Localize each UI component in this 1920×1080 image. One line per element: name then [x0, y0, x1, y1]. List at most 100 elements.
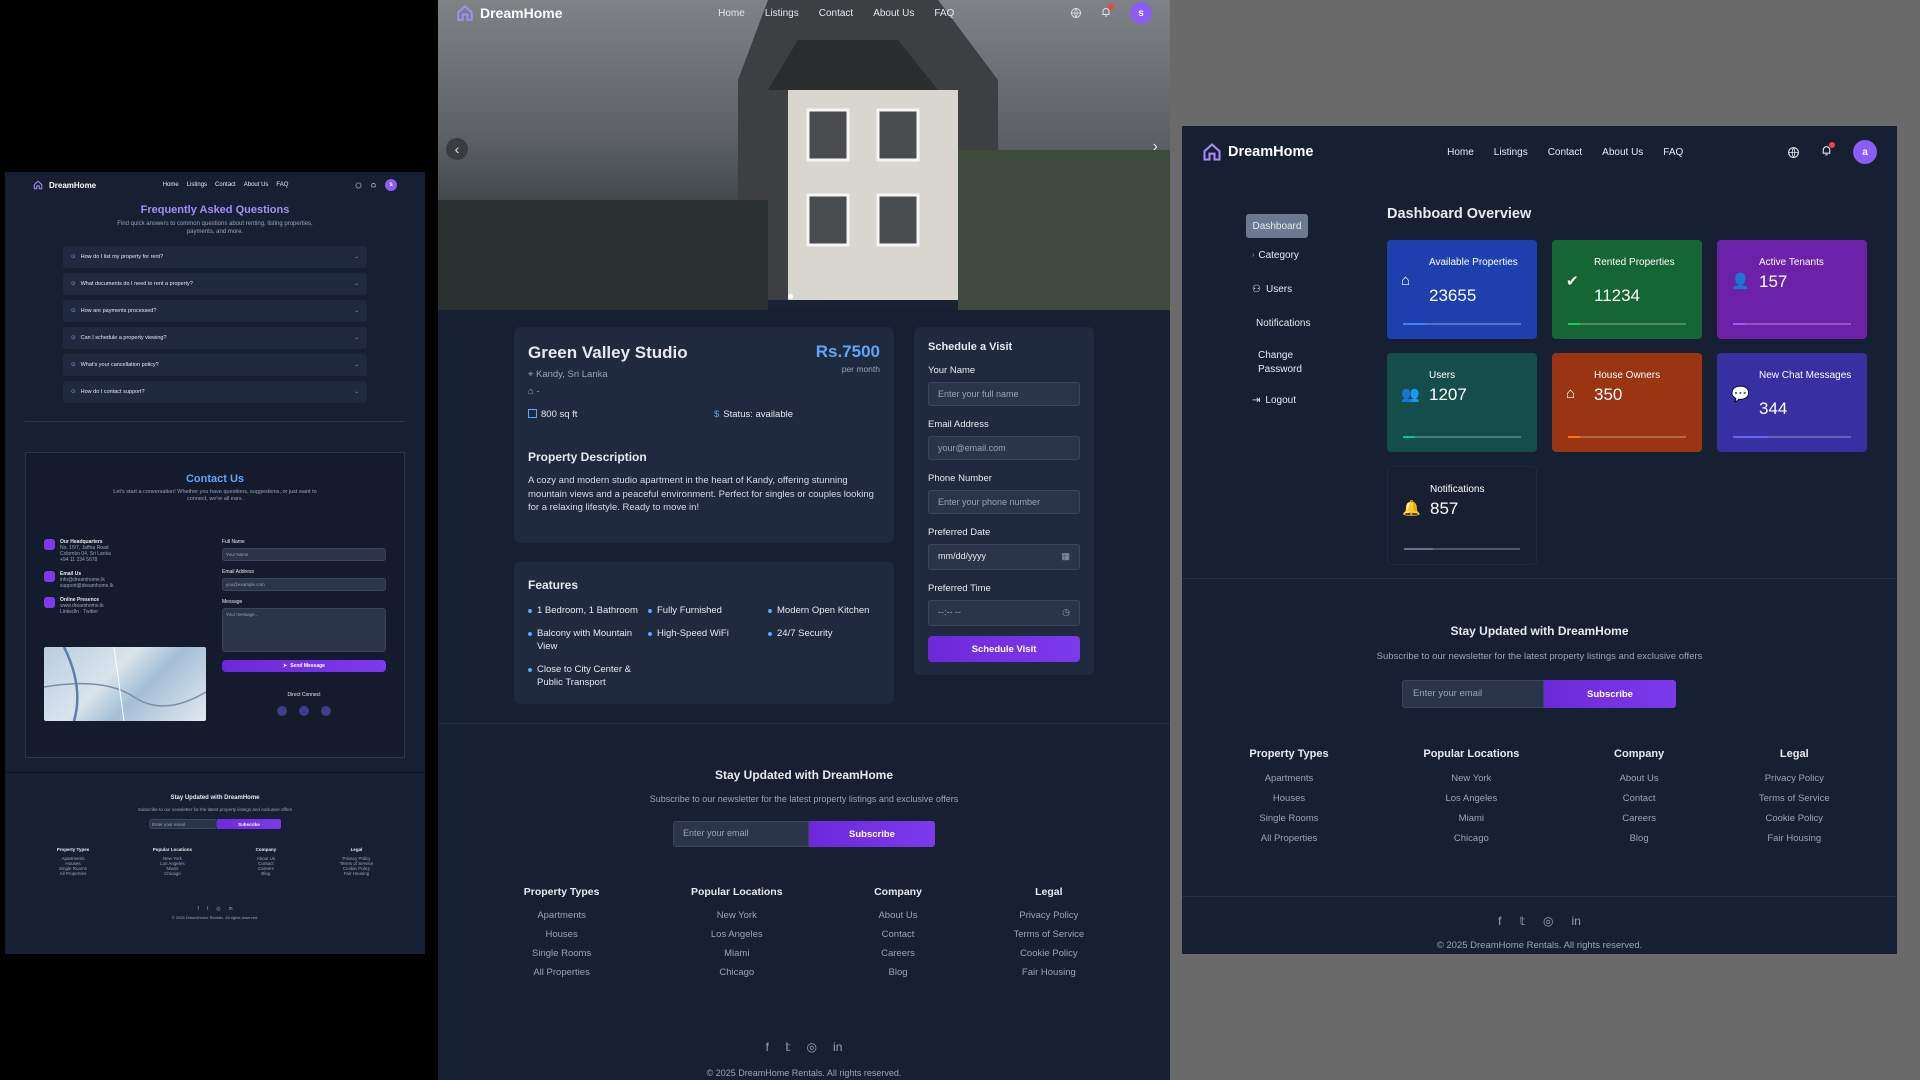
newsletter-email-input[interactable]: Enter your email	[149, 819, 217, 829]
faq-item[interactable]: ⊙ What documents do I need to rent a prop…	[63, 273, 367, 295]
footer-link[interactable]: Blog	[1614, 829, 1664, 849]
footer-link[interactable]: Contact	[1614, 789, 1664, 809]
nav-listings[interactable]: Listings	[1494, 147, 1528, 158]
footer-link[interactable]: Miami	[691, 944, 783, 963]
footer-link[interactable]: Cookie Policy	[1013, 944, 1084, 963]
footer-link[interactable]: Houses	[1249, 789, 1328, 809]
nav-about[interactable]: About Us	[1602, 147, 1643, 158]
phone-icon[interactable]	[277, 706, 287, 716]
footer-link[interactable]: Careers	[1614, 809, 1664, 829]
footer-link[interactable]: Terms of Service	[1013, 925, 1084, 944]
footer-link[interactable]: All Properties	[1249, 829, 1328, 849]
newsletter-email-input[interactable]: Enter your email	[1402, 680, 1544, 708]
nav-faq[interactable]: FAQ	[1663, 147, 1683, 158]
schedule-visit-button[interactable]: Schedule Visit	[928, 636, 1080, 662]
nav-faq[interactable]: FAQ	[276, 182, 288, 188]
globe-icon[interactable]	[355, 182, 362, 189]
nav-contact[interactable]: Contact	[819, 8, 853, 19]
nav-about[interactable]: About Us	[873, 8, 914, 19]
avatar[interactable]: s	[1129, 2, 1152, 24]
facebook-icon[interactable]: f	[1498, 914, 1501, 928]
sidebar-item-dashboard[interactable]: Dashboard	[1246, 214, 1308, 238]
contact-map[interactable]	[43, 646, 207, 722]
globe-icon[interactable]	[1070, 7, 1082, 19]
footer-link[interactable]: All Properties	[57, 871, 89, 876]
clock-icon[interactable]: ◷	[1062, 607, 1070, 619]
stat-card-available[interactable]: ⌂ Available Properties 23655	[1387, 240, 1537, 339]
instagram-icon[interactable]: ◎	[807, 1040, 817, 1054]
carousel-prev-button[interactable]: ‹	[446, 138, 468, 160]
twitter-icon[interactable]: t	[207, 906, 208, 912]
nav-listings[interactable]: Listings	[187, 182, 207, 188]
stat-card-users[interactable]: 👥 Users 1207	[1387, 353, 1537, 452]
footer-link[interactable]: Fair Housing	[340, 871, 374, 876]
listing-logo[interactable]: DreamHome	[456, 4, 562, 22]
footer-link[interactable]: Chicago	[153, 871, 192, 876]
footer-link[interactable]: Los Angeles	[1423, 789, 1519, 809]
globe-icon[interactable]	[321, 706, 331, 716]
bell-icon[interactable]	[370, 182, 377, 189]
linkedin-icon[interactable]: in	[229, 906, 233, 912]
nav-home[interactable]: Home	[1447, 147, 1474, 158]
avatar[interactable]: a	[1852, 140, 1877, 164]
email-input[interactable]: your@email.com	[928, 436, 1080, 460]
footer-link[interactable]: Careers	[874, 944, 922, 963]
footer-link[interactable]: Los Angeles	[691, 925, 783, 944]
notification-bell[interactable]	[1820, 142, 1835, 160]
footer-link[interactable]: Chicago	[1423, 829, 1519, 849]
footer-link[interactable]: Terms of Service	[1759, 789, 1830, 809]
phone-input[interactable]: Enter your phone number	[928, 490, 1080, 514]
carousel-dot[interactable]	[816, 294, 820, 298]
notification-bell[interactable]	[1100, 3, 1114, 21]
time-input[interactable]: --:-- -- ◷	[928, 600, 1080, 626]
sidebar-item-logout[interactable]: ⇥ Logout	[1246, 386, 1336, 414]
instagram-icon[interactable]: ◎	[1543, 914, 1553, 928]
sidebar-item-category[interactable]: › Category	[1246, 238, 1336, 272]
linkedin-icon[interactable]: in	[833, 1040, 842, 1054]
footer-link[interactable]: Single Rooms	[1249, 809, 1328, 829]
nav-listings[interactable]: Listings	[765, 8, 799, 19]
linkedin-icon[interactable]: in	[1572, 914, 1581, 928]
carousel-dot-active[interactable]	[788, 294, 793, 299]
email-input[interactable]: you@example.com	[222, 578, 386, 591]
footer-link[interactable]: Fair Housing	[1013, 963, 1084, 982]
message-input[interactable]: Your message...	[222, 608, 386, 652]
carousel-dot[interactable]	[798, 294, 802, 298]
date-input[interactable]: mm/dd/yyyy ▦	[928, 544, 1080, 570]
twitter-icon[interactable]: 𝕥	[1519, 914, 1525, 928]
subscribe-button[interactable]: Subscribe	[1544, 680, 1676, 708]
footer-link[interactable]: New York	[1423, 769, 1519, 789]
stat-card-notifications[interactable]: 🔔 Notifications 857	[1387, 466, 1537, 565]
footer-link[interactable]: About Us	[1614, 769, 1664, 789]
footer-link[interactable]: All Properties	[524, 963, 600, 982]
full-name-input[interactable]: Your Name	[222, 548, 386, 561]
footer-link[interactable]: Privacy Policy	[1759, 769, 1830, 789]
footer-link[interactable]: Chicago	[691, 963, 783, 982]
footer-link[interactable]: New York	[691, 906, 783, 925]
faq-item[interactable]: ⊙ Can I schedule a property viewing? ⌄	[63, 327, 367, 349]
avatar[interactable]: s	[384, 179, 397, 191]
footer-link[interactable]: Single Rooms	[524, 944, 600, 963]
twitter-icon[interactable]: 𝕥	[785, 1040, 791, 1054]
sidebar-item-notifications[interactable]: Notifications	[1246, 306, 1336, 340]
globe-icon[interactable]	[1787, 146, 1800, 159]
nav-home[interactable]: Home	[718, 8, 745, 19]
send-message-button[interactable]: ➤ Send Message	[222, 660, 386, 672]
footer-link[interactable]: Blog	[256, 871, 277, 876]
carousel-dot[interactable]	[807, 294, 811, 298]
nav-about[interactable]: About Us	[244, 182, 269, 188]
faq-item[interactable]: ⊙ How do I contact support? ⌄	[63, 381, 367, 403]
carousel-next-button[interactable]: ›	[1153, 138, 1158, 156]
faq-item[interactable]: ⊙ How do I list my property for rent? ⌄	[63, 246, 367, 268]
stat-card-owners[interactable]: ⌂ House Owners 350	[1552, 353, 1702, 452]
stat-card-messages[interactable]: 💬 New Chat Messages 344	[1717, 353, 1867, 452]
subscribe-button[interactable]: Subscribe	[809, 821, 935, 847]
nav-faq[interactable]: FAQ	[934, 8, 954, 19]
footer-link[interactable]: Miami	[1423, 809, 1519, 829]
sidebar-item-users[interactable]: ⚇ Users	[1246, 272, 1336, 306]
name-input[interactable]: Enter your full name	[928, 382, 1080, 406]
dashboard-logo[interactable]: DreamHome	[1202, 142, 1313, 162]
faq-logo[interactable]: DreamHome	[33, 180, 96, 190]
calendar-icon[interactable]: ▦	[1061, 551, 1070, 563]
nav-contact[interactable]: Contact	[215, 182, 236, 188]
